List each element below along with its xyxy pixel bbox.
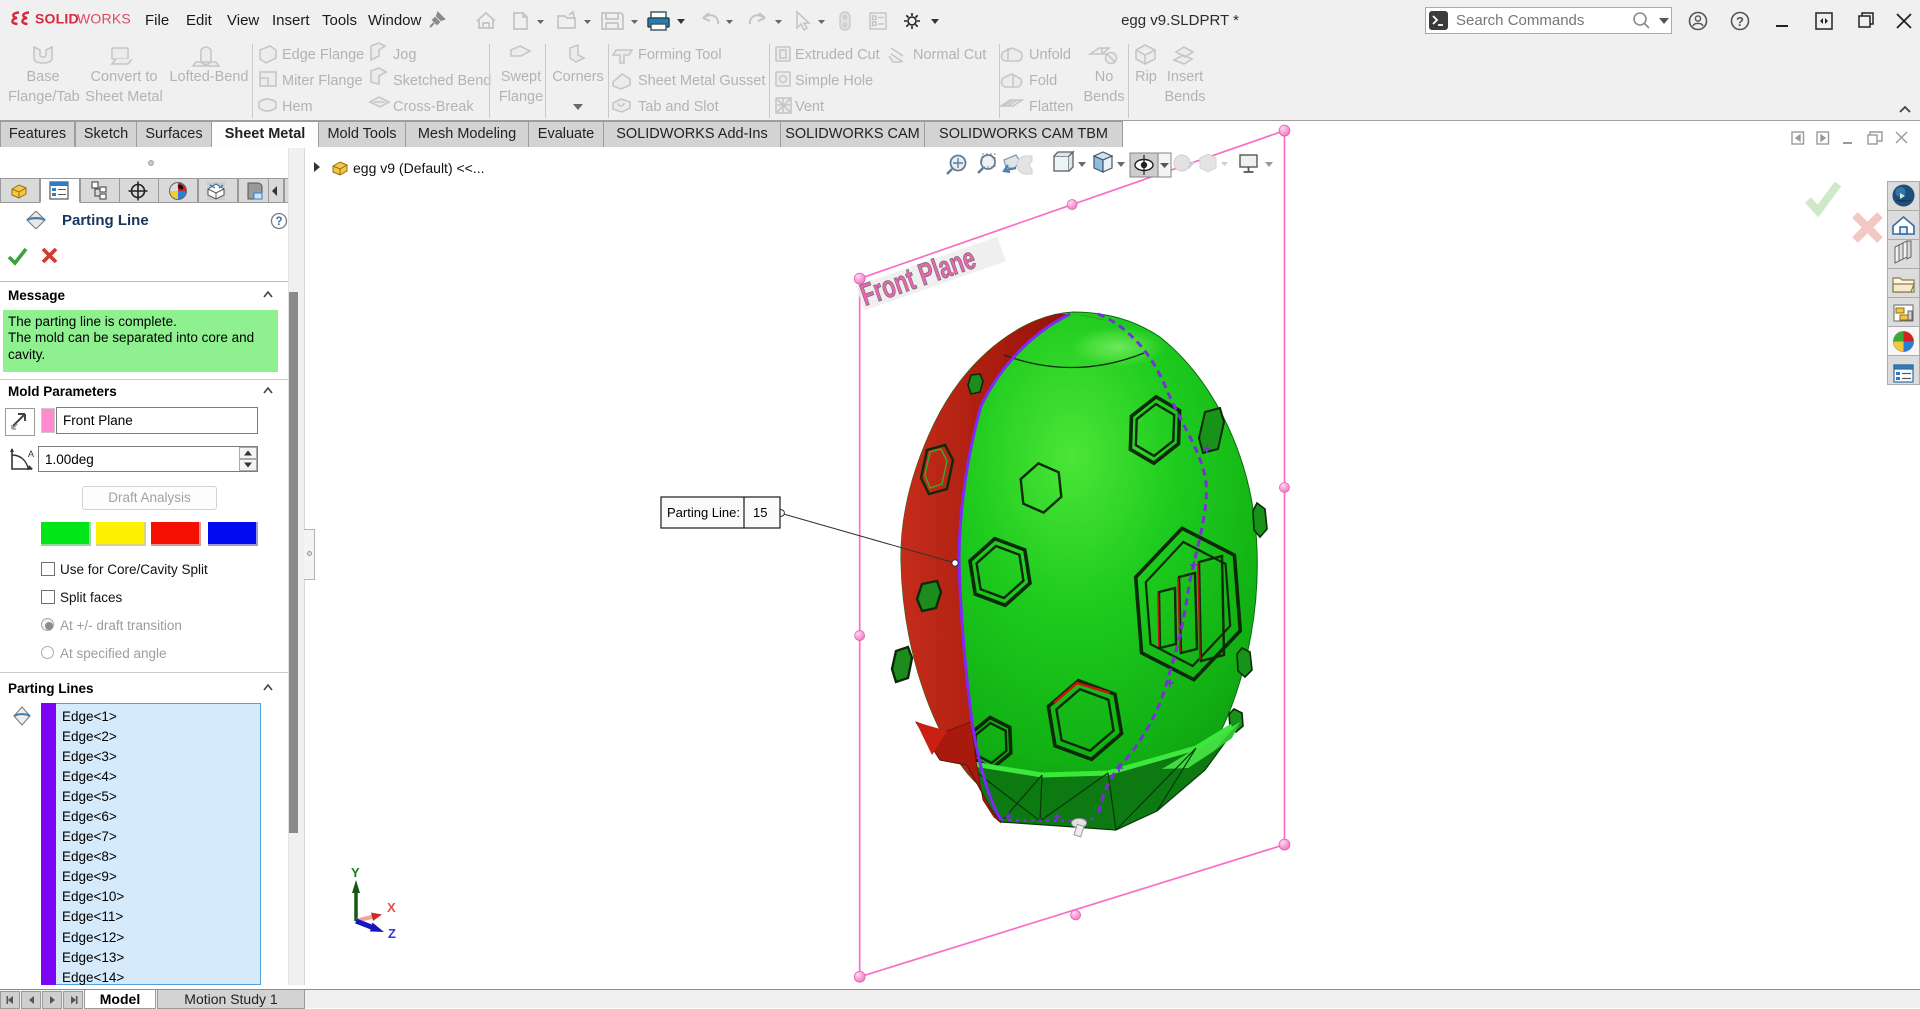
svg-text:egg v9 (Default) <<...: egg v9 (Default) <<...	[353, 160, 485, 176]
svg-text:Y: Y	[351, 865, 360, 880]
svg-text:A: A	[28, 449, 34, 459]
svg-text:X: X	[387, 900, 396, 915]
svg-text:15: 15	[753, 505, 767, 520]
svg-text:WORKS: WORKS	[77, 11, 131, 27]
svg-text:?: ?	[275, 216, 282, 228]
svg-text:Front Plane: Front Plane	[856, 240, 980, 312]
svg-text:Parting Line:: Parting Line:	[667, 505, 740, 520]
svg-text:?: ?	[1736, 14, 1744, 29]
svg-text:SOLID: SOLID	[35, 11, 79, 27]
svg-text:Z: Z	[388, 926, 396, 941]
